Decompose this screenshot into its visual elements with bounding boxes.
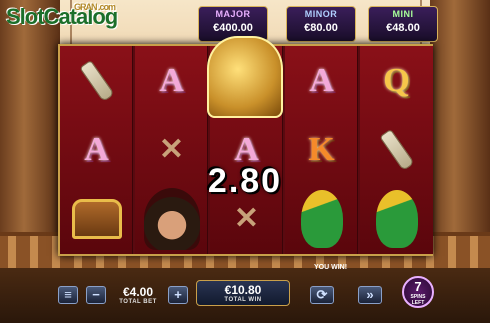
symbol-letter: A	[60, 115, 133, 184]
spin-icon: ⟳	[316, 287, 328, 302]
symbol-a: A	[84, 130, 109, 168]
jackpot-mini: MINI €48.00	[368, 6, 438, 42]
reel-5: Q	[360, 46, 433, 254]
total-win-display: €10.80 TOTAL WIN	[196, 280, 290, 306]
symbol-a: A	[159, 61, 184, 99]
plus-icon: +	[174, 287, 182, 302]
win-amount: 2.80	[207, 162, 283, 200]
symbol-bottle	[60, 46, 133, 115]
total-bet-display: €4.00 TOTAL BET	[115, 285, 161, 305]
jackpot-major-value: €400.00	[213, 22, 253, 34]
you-win-label: YOU WIN!	[314, 264, 348, 271]
watermark-logo: SlotCatalog GRAN .com	[6, 2, 118, 30]
bet-decrease-button[interactable]: −	[86, 286, 106, 304]
jackpot-major-label: MAJOR	[215, 9, 251, 19]
bet-increase-button[interactable]: +	[168, 286, 188, 304]
free-spins-counter: 7 SPINS LEFT	[402, 276, 434, 308]
total-bet-value: €4.00	[122, 285, 154, 299]
symbol-letter: Q	[360, 46, 433, 115]
crossed-pistols-icon: ✕	[233, 202, 260, 235]
symbol-letter: A	[285, 46, 358, 115]
total-win-label: TOTAL WIN	[224, 297, 262, 303]
reel-grid: A A ✕ A ✕ A K Q	[58, 36, 433, 256]
bottle-icon	[378, 128, 415, 171]
watermark-sub: GRAN .com	[74, 2, 116, 12]
minus-icon: −	[92, 287, 100, 302]
jackpot-minor-value: €80.00	[304, 22, 338, 34]
jackpot-minor: MINOR €80.00	[286, 6, 356, 42]
fast-forward-icon: »	[366, 287, 374, 302]
total-win-value: €10.80	[224, 283, 262, 297]
jackpot-minor-label: MINOR	[304, 9, 338, 19]
symbol-letter: A	[135, 46, 208, 115]
symbol-bottle	[360, 115, 433, 184]
bottle-icon	[78, 59, 115, 102]
symbol-q: Q	[383, 61, 410, 99]
fast-forward-button[interactable]: »	[358, 286, 382, 304]
reel-1: A	[60, 46, 133, 254]
jackpot-mini-value: €48.00	[386, 22, 420, 34]
spins-left-label: SPINS LEFT	[410, 294, 426, 306]
spin-button[interactable]: ⟳	[310, 286, 334, 304]
symbol-k: K	[308, 130, 335, 168]
parrot-icon	[300, 189, 343, 248]
reel-2: A ✕	[135, 46, 208, 254]
info-button[interactable]: ≡	[58, 286, 78, 304]
symbol-a: A	[309, 61, 334, 99]
symbol-parrot	[360, 184, 433, 253]
symbol-treasure-chest	[60, 184, 133, 253]
treasure-chest-icon	[71, 198, 122, 239]
reel-4: A K	[285, 46, 358, 254]
crossed-pistols-icon: ✕	[158, 133, 185, 166]
total-bet-label: TOTAL BET	[119, 299, 157, 305]
jackpot-mini-label: MINI	[392, 9, 414, 19]
spins-left-count: 7	[414, 279, 422, 294]
parrot-icon	[375, 189, 418, 248]
info-icon: ≡	[64, 287, 72, 302]
bell-icon	[207, 36, 283, 118]
